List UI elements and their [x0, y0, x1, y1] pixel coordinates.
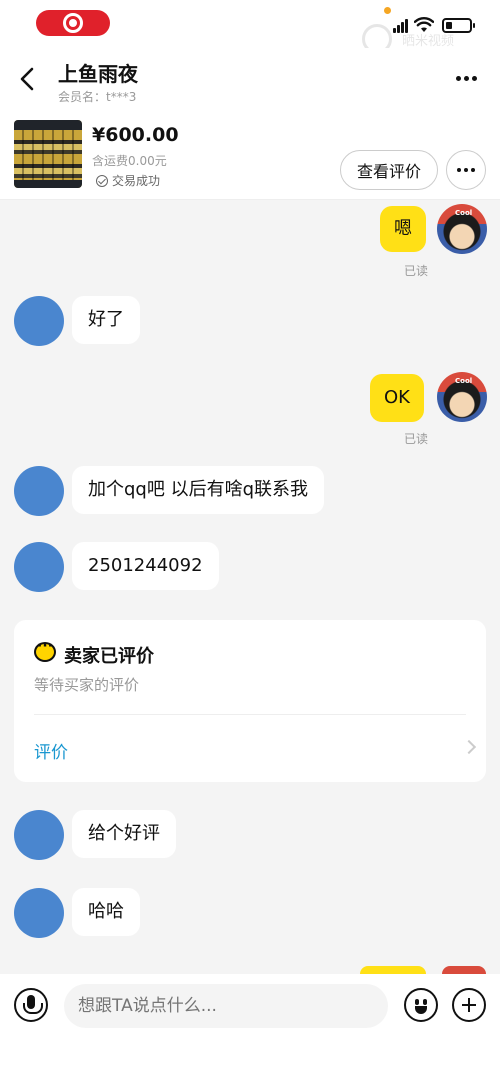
read-receipt: 已读 — [404, 264, 429, 278]
seller-avatar[interactable] — [14, 466, 64, 516]
message-bubble-incoming[interactable]: 给个好评 — [72, 810, 176, 858]
message-bubble-outgoing-partial[interactable] — [360, 966, 426, 974]
product-thumbnail[interactable] — [14, 120, 82, 188]
shipping-fee: 含运费0.00元 — [92, 154, 167, 168]
watermark-text: 晒米视频 — [402, 34, 455, 49]
view-review-button[interactable]: 查看评价 — [340, 150, 438, 190]
message-input-bar — [0, 974, 500, 1081]
chevron-right-icon[interactable] — [461, 739, 477, 755]
product-price: ¥600.00 — [92, 124, 179, 146]
avatar-badge: Cool — [455, 209, 473, 217]
divider — [34, 714, 466, 715]
evaluation-title: 卖家已评价 — [64, 646, 154, 667]
product-summary[interactable]: ¥600.00 含运费0.00元 交易成功 查看评价 — [0, 108, 500, 200]
status-bar: 晒米视频 — [0, 0, 500, 54]
product-more-icon[interactable] — [446, 150, 486, 190]
trade-status: 交易成功 — [96, 172, 160, 189]
record-icon — [63, 13, 83, 33]
page-title: 上鱼雨夜 — [58, 62, 138, 86]
chat-header: 上鱼雨夜 会员名：t***3 — [0, 48, 500, 108]
my-avatar[interactable]: Cool — [437, 372, 487, 422]
evaluate-link[interactable]: 评价 — [34, 738, 68, 763]
check-circle-icon — [96, 174, 108, 187]
my-avatar-partial[interactable] — [442, 966, 486, 974]
my-avatar[interactable]: Cool — [437, 204, 487, 254]
seller-avatar[interactable] — [14, 296, 64, 346]
privacy-indicator-dot — [384, 7, 391, 14]
message-bubble-incoming[interactable]: 加个qq吧 以后有啥q联系我 — [72, 466, 324, 514]
trade-status-label: 交易成功 — [112, 174, 161, 188]
microphone-icon[interactable] — [14, 988, 48, 1022]
chat-bubble-icon — [34, 638, 56, 662]
message-bubble-incoming[interactable]: 2501244092 — [72, 542, 219, 590]
member-name: 会员名：t***3 — [58, 90, 137, 104]
seller-avatar[interactable] — [14, 542, 64, 592]
seller-avatar[interactable] — [14, 888, 64, 938]
seller-avatar[interactable] — [14, 810, 64, 860]
message-bubble-incoming[interactable]: 好了 — [72, 296, 140, 344]
message-input[interactable] — [64, 984, 388, 1028]
add-icon[interactable] — [452, 988, 486, 1022]
avatar-badge: Cool — [455, 377, 473, 385]
more-options-icon[interactable] — [452, 68, 482, 88]
message-bubble-outgoing[interactable]: 嗯 — [380, 206, 426, 252]
emoji-icon[interactable] — [404, 988, 438, 1022]
back-icon[interactable] — [14, 64, 42, 94]
screen-record-indicator[interactable] — [36, 10, 110, 36]
evaluation-subtitle: 等待买家的评价 — [34, 676, 140, 694]
message-bubble-incoming[interactable]: 哈哈 — [72, 888, 140, 936]
message-bubble-outgoing[interactable]: OK — [370, 374, 424, 422]
read-receipt: 已读 — [404, 432, 429, 446]
evaluation-card: 卖家已评价 等待买家的评价 评价 — [14, 620, 486, 782]
